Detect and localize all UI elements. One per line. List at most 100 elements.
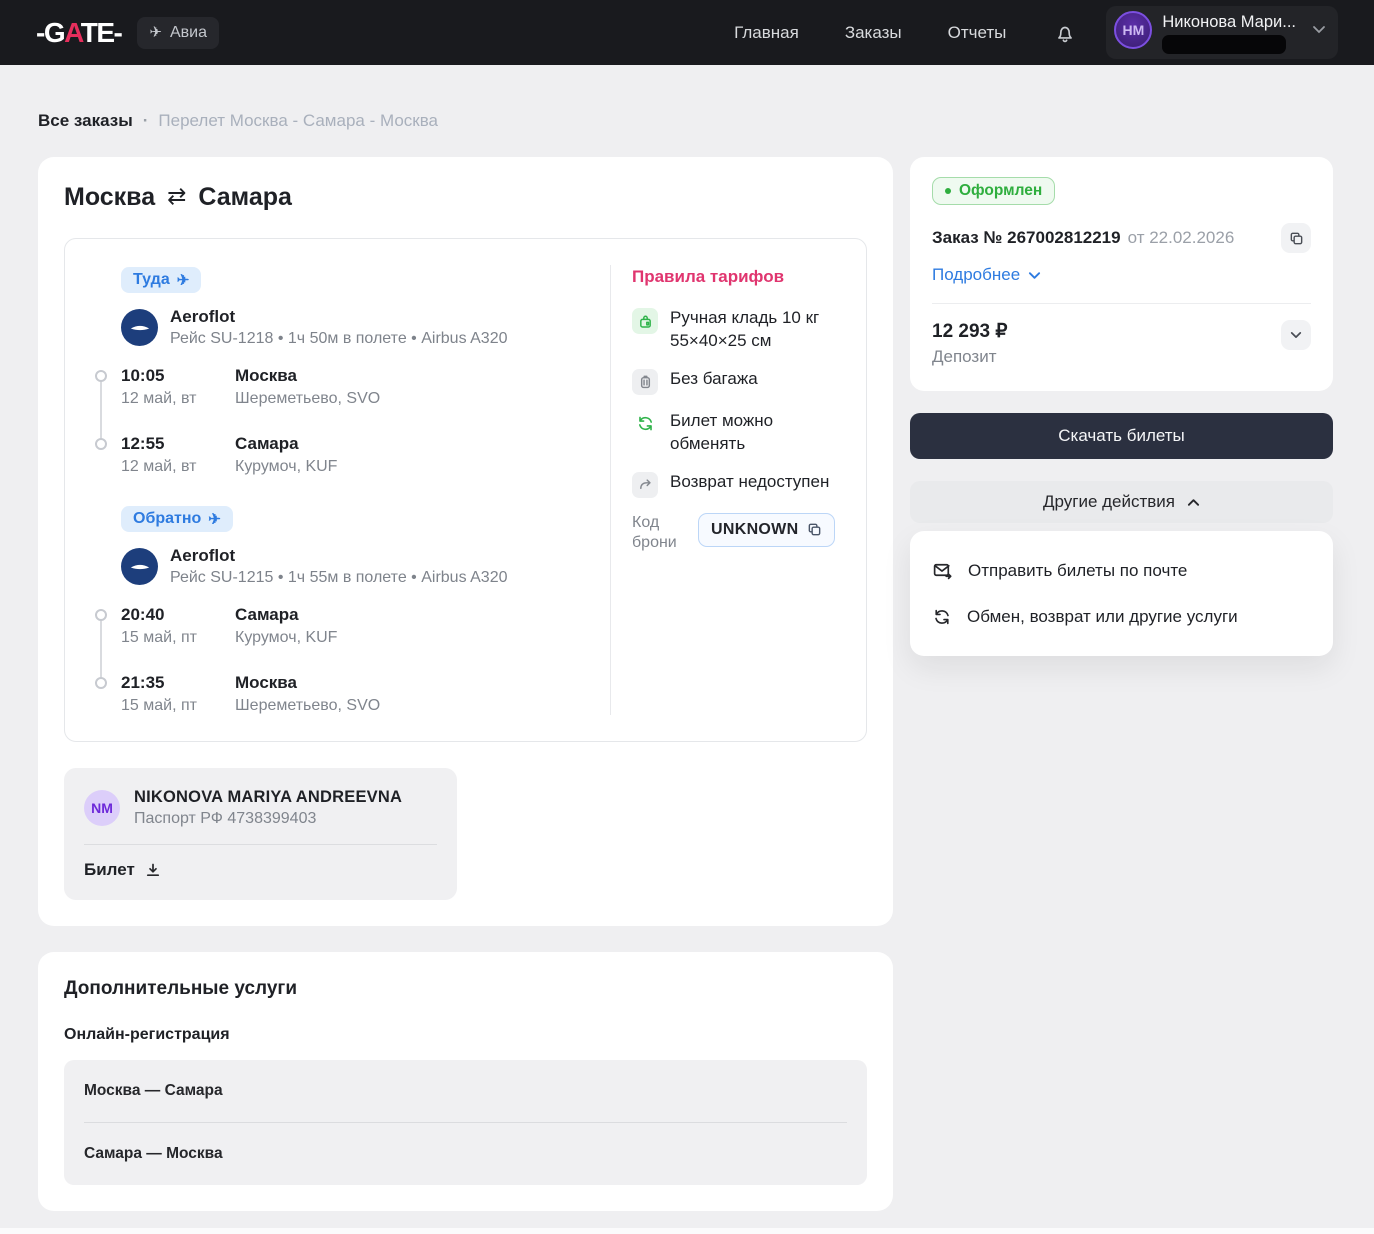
divider	[84, 844, 437, 845]
ticket-label: Билет	[84, 860, 135, 880]
roundtrip-arrows-icon: ⇄	[167, 183, 186, 210]
price-expand-button[interactable]	[1281, 320, 1311, 350]
departure-time: 10:05	[121, 366, 235, 386]
airport: Курумоч, KUF	[235, 458, 337, 476]
more-actions-label: Другие действия	[1043, 492, 1175, 512]
airline-name: Aeroflot	[170, 307, 508, 327]
service-route-row[interactable]: Самара — Москва	[84, 1122, 847, 1185]
chevron-down-icon	[1028, 271, 1041, 280]
place-col: Самара Курумоч, KUF	[235, 434, 337, 476]
airline-name: Aeroflot	[170, 546, 508, 566]
booking-code-text: UNKNOWN	[711, 521, 798, 539]
breadcrumb-all-orders[interactable]: Все заказы	[38, 111, 133, 131]
direction-badge-outbound: Туда ✈	[121, 267, 201, 293]
breadcrumb-separator: ·	[143, 111, 149, 131]
user-name: Никонова Мари...	[1162, 11, 1296, 32]
user-menu[interactable]: НМ Никонова Мари...	[1106, 6, 1338, 59]
city: Самара	[235, 605, 337, 625]
departure-time: 20:40	[121, 605, 235, 625]
download-tickets-button[interactable]: Скачать билеты	[910, 413, 1333, 459]
product-badge-avia[interactable]: ✈ Авиа	[137, 17, 219, 49]
avatar: NM	[84, 790, 120, 826]
nav-item-reports[interactable]: Отчеты	[948, 23, 1007, 43]
main-nav: Главная Заказы Отчеты	[734, 23, 1006, 43]
baggage-icon	[632, 369, 658, 395]
menu-item-label: Обмен, возврат или другие услуги	[967, 607, 1238, 627]
place-col: Москва Шереметьево, SVO	[235, 366, 380, 408]
breadcrumb-current: Перелет Москва - Самара - Москва	[158, 111, 438, 131]
avatar: НМ	[1114, 11, 1152, 49]
airplane-icon: ✈	[177, 273, 190, 288]
chevron-up-icon	[1187, 498, 1200, 507]
airport: Шереметьево, SVO	[235, 697, 380, 715]
hand-luggage-icon	[632, 308, 658, 334]
logo-accent: A	[64, 17, 81, 48]
fare-rule-text: Возврат недоступен	[670, 471, 844, 494]
order-date: от 22.02.2026	[1128, 228, 1235, 248]
order-number-label: Заказ №	[932, 228, 1002, 247]
exchange-icon	[632, 411, 658, 437]
airline-row: Aeroflot Рейс SU-1218 • 1ч 50м в полете …	[121, 307, 590, 348]
services-subtitle: Онлайн-регистрация	[64, 1026, 867, 1044]
place-col: Москва Шереметьево, SVO	[235, 673, 380, 715]
flight-meta: Рейс SU-1218 • 1ч 50м в полете • Airbus …	[170, 330, 508, 348]
fare-rules-panel: Правила тарифов Ручная кладь 10 кг 55×40…	[610, 265, 866, 715]
services-routes: Москва — Самара Самара — Москва	[64, 1060, 867, 1185]
passenger-card: NM NIKONOVA MARIYA ANDREEVNA Паспорт РФ …	[64, 768, 457, 900]
redacted-text	[1162, 35, 1286, 54]
timeline-stop: 12:55 12 май, вт Самара Курумоч, KUF	[121, 434, 590, 476]
arrival-date: 12 май, вт	[121, 458, 235, 476]
footer-strip	[0, 1228, 1374, 1234]
airport: Шереметьево, SVO	[235, 390, 380, 408]
time-col: 21:35 15 май, пт	[121, 673, 235, 715]
order-summary-card: Оформлен Заказ № 267002812219 от 22.02.2…	[910, 157, 1333, 391]
aeroflot-logo	[121, 548, 158, 585]
chevron-down-icon	[1312, 25, 1326, 34]
nav-item-home[interactable]: Главная	[734, 23, 799, 43]
order-number-value: 267002812219	[1007, 228, 1120, 247]
exchange-icon	[932, 607, 952, 627]
more-actions-menu: Отправить билеты по почте Обмен, возврат…	[910, 531, 1333, 656]
divider	[932, 303, 1311, 304]
download-ticket-link[interactable]: Билет	[84, 860, 161, 880]
timeline-marker	[95, 677, 107, 689]
menu-item-exchange-return[interactable]: Обмен, возврат или другие услуги	[932, 594, 1311, 640]
return-icon	[632, 472, 658, 498]
additional-services-card: Дополнительные услуги Онлайн-регистрация…	[38, 952, 893, 1211]
more-actions-button[interactable]: Другие действия	[910, 481, 1333, 523]
place-col: Самара Курумоч, KUF	[235, 605, 337, 647]
gate-logo[interactable]: -GATE-	[36, 17, 121, 49]
breadcrumb: Все заказы · Перелет Москва - Самара - М…	[38, 111, 1336, 131]
arrival-time: 12:55	[121, 434, 235, 454]
send-mail-icon	[932, 560, 953, 581]
copy-icon[interactable]	[807, 522, 822, 537]
timeline-marker	[95, 370, 107, 382]
menu-item-send-tickets[interactable]: Отправить билеты по почте	[932, 547, 1311, 594]
topbar: -GATE- ✈ Авиа Главная Заказы Отчеты НМ Н…	[0, 0, 1374, 65]
page-title: Москва ⇄ Самара	[64, 183, 867, 212]
fare-rules-title: Правила тарифов	[632, 267, 844, 287]
airplane-icon: ✈	[208, 512, 221, 527]
time-col: 12:55 12 май, вт	[121, 434, 235, 476]
direction-badge-return: Обратно ✈	[121, 506, 233, 532]
bell-icon[interactable]	[1054, 22, 1076, 44]
segment-outbound: Туда ✈ Aeroflot Рейс SU-1218 • 1ч 50м в …	[121, 267, 590, 476]
timeline-stop: 20:40 15 май, пт Самара Курумоч, KUF	[121, 605, 590, 647]
price-caption: Депозит	[932, 347, 1007, 367]
airport: Курумоч, KUF	[235, 629, 337, 647]
service-route-row[interactable]: Москва — Самара	[84, 1060, 847, 1122]
aeroflot-logo	[121, 309, 158, 346]
timeline-stop: 10:05 12 май, вт Москва Шереметьево, SVO	[121, 366, 590, 408]
fare-rule-text: Без багажа	[670, 368, 844, 391]
copy-order-button[interactable]	[1281, 223, 1311, 253]
nav-item-orders[interactable]: Заказы	[845, 23, 902, 43]
passenger-document: Паспорт РФ 4738399403	[134, 810, 402, 828]
timeline-marker	[95, 609, 107, 621]
title-from: Москва	[64, 183, 155, 212]
departure-date: 12 май, вт	[121, 390, 235, 408]
segment-return: Обратно ✈ Aeroflot Рейс SU-1215 • 1ч 55м…	[121, 506, 590, 715]
order-card: Москва ⇄ Самара Туда ✈	[38, 157, 893, 926]
booking-code-value[interactable]: UNKNOWN	[698, 513, 835, 547]
details-toggle[interactable]: Подробнее	[932, 265, 1041, 285]
status-label: Оформлен	[959, 182, 1042, 200]
